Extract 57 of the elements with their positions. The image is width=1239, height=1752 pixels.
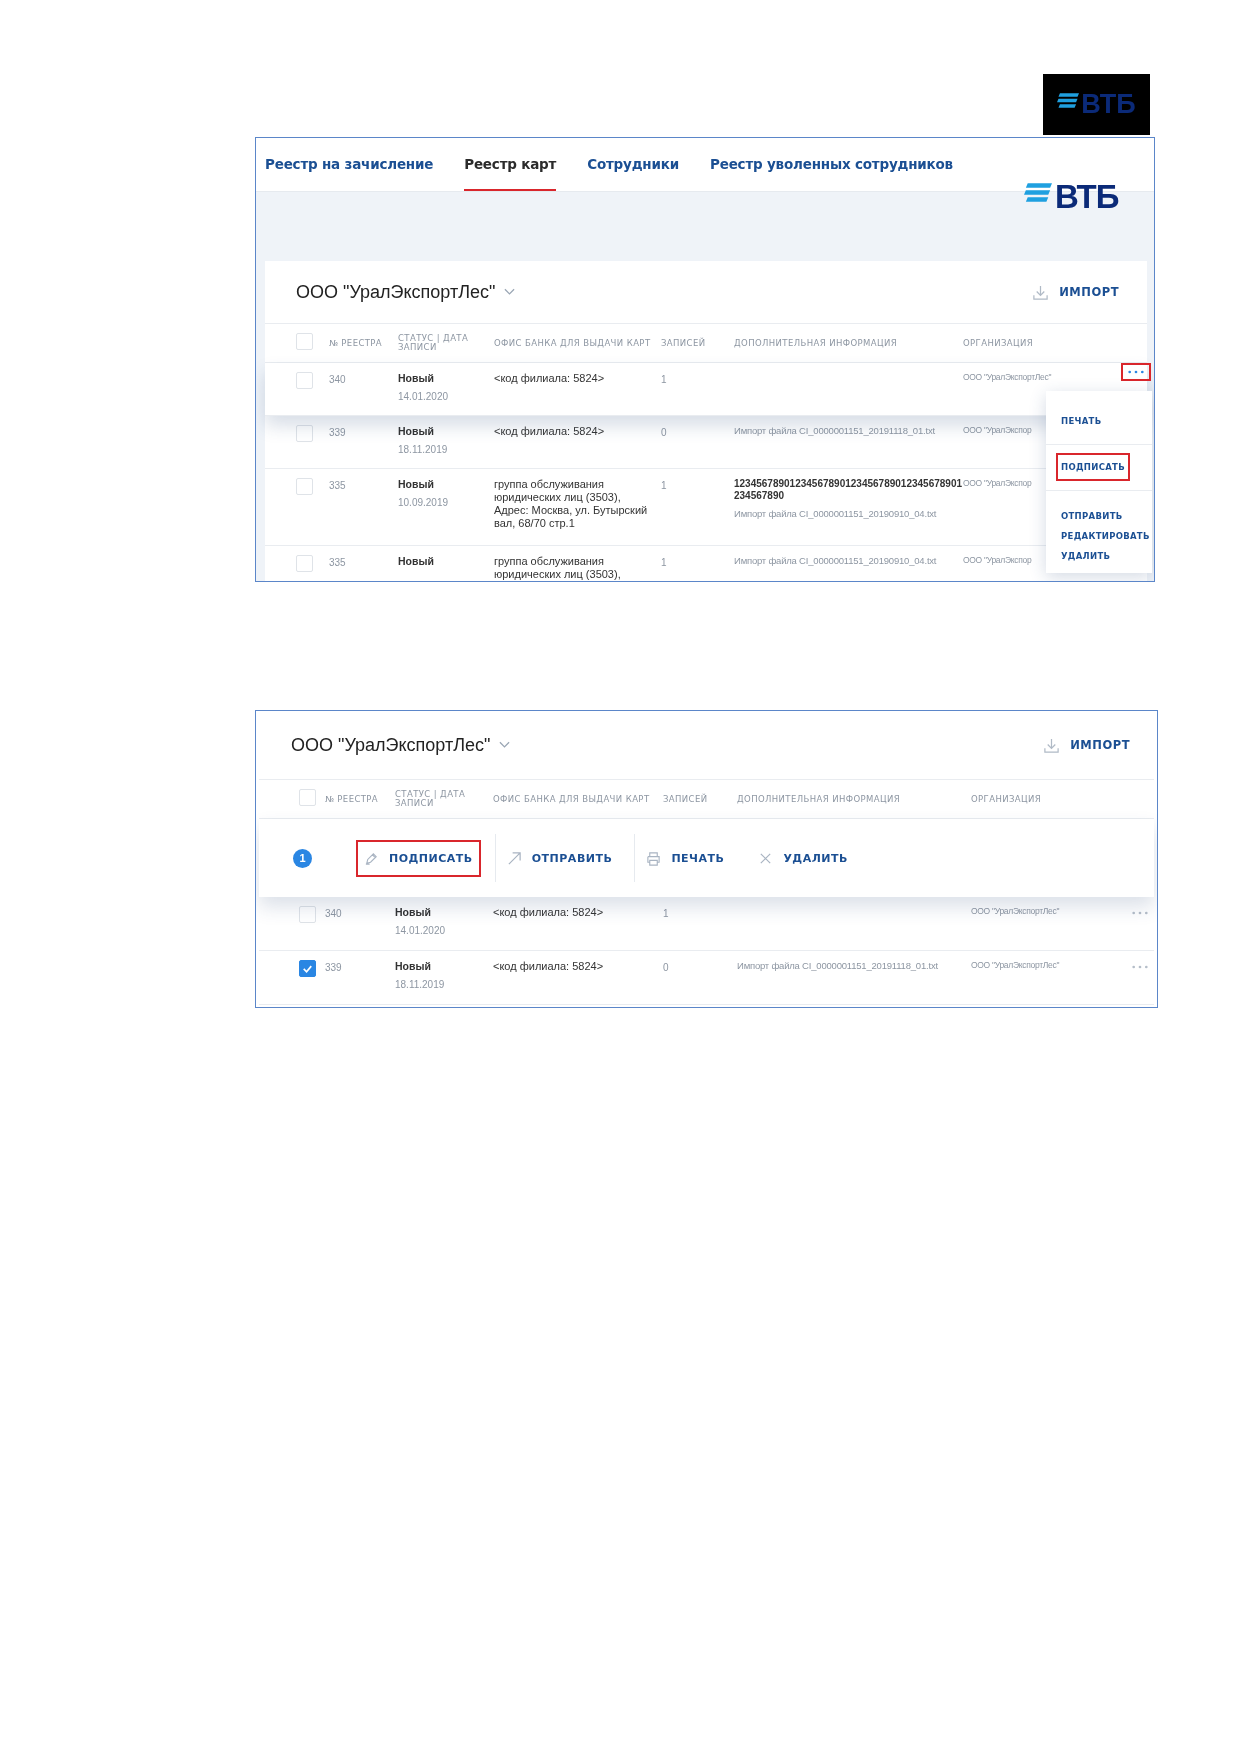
table-cell-text: 0 — [663, 961, 670, 973]
selected-count-badge: 1 — [293, 848, 312, 868]
company-title: ООО "УралЭкспортЛес" — [291, 734, 491, 756]
column-header: ОФИС БАНКА ДЛЯ ВЫДАЧИ КАРТ — [494, 338, 652, 348]
table-cell-text: 335 — [329, 556, 347, 568]
column-header: ДОПОЛНИТЕЛЬНАЯ ИНФОРМАЦИЯ — [737, 794, 902, 804]
table-cell: ООО "УралЭкспор — [963, 555, 1032, 565]
info-text: Импорт файла CI_0000001151_20190910_04.txt — [734, 555, 938, 566]
table-cell-text: 339 — [325, 961, 343, 973]
column-header: ОРГАНИЗАЦИЯ — [963, 338, 1035, 348]
table-cell: ООО "УралЭкспортЛес" — [971, 960, 1060, 970]
info-text: Импорт файла CI_0000001151_20191118_01.txt — [734, 425, 936, 436]
table-cell-text: <код филиала: 5824> — [494, 372, 606, 385]
table-cell-text: 340 — [325, 907, 343, 919]
column-header: № РЕЕСТРА — [329, 338, 384, 348]
info-text: Импорт файла CI_0000001151_20191118_01.txt — [737, 960, 939, 971]
table-cell-text: 1 — [661, 373, 668, 385]
column-header: № РЕЕСТРА — [325, 794, 380, 804]
status-text: Новый — [395, 906, 432, 918]
table-cell-text: 1 — [661, 556, 668, 568]
date-text: 14.01.2020 — [398, 391, 450, 402]
table-cell: ООО "УралЭкспор — [963, 425, 1032, 435]
date-text: 18.11.2019 — [398, 444, 449, 455]
column-header: ЗАПИСЕЙ — [661, 338, 707, 348]
date-text: 10.09.2019 — [398, 497, 450, 508]
info-text: Импорт файла CI_0000001151_20190910_04.txt — [734, 508, 938, 519]
column-header: СТАТУС | ДАТА ЗАПИСИ — [398, 334, 470, 352]
status-text: Новый — [398, 478, 435, 490]
table-cell-text: 1 — [661, 479, 668, 491]
table-cell-text: 0 — [661, 426, 668, 438]
date-text: 18.11.2019 — [395, 979, 446, 990]
status-text: Новый — [398, 555, 435, 567]
table-cell-text: группа обслуживания юридических лиц (3503), Адрес: Москва, ул. Бутырский вал, 68/70 стр.1 — [494, 478, 649, 530]
table-cell-text: <код филиала: 5824> — [493, 960, 605, 973]
table-cell: ООО "УралЭкспортЛес" — [971, 906, 1060, 916]
status-text: Новый — [398, 425, 435, 437]
logo-text: ВТБ — [1081, 89, 1136, 120]
table-cell-text: группа обслуживания юридических лиц (3503), — [494, 555, 622, 581]
table-cell-text: <код филиала: 5824> — [494, 425, 606, 438]
table-cell: ООО "УралЭкспортЛес" — [963, 372, 1052, 382]
status-text: Новый — [398, 372, 435, 384]
table-cell-text: 340 — [329, 373, 347, 385]
table-cell-text: 1 — [663, 907, 670, 919]
column-header: СТАТУС | ДАТА ЗАПИСИ — [395, 790, 467, 808]
status-text: Новый — [395, 960, 432, 972]
table-cell-text: 335 — [329, 479, 347, 491]
column-header: ЗАПИСЕЙ — [663, 794, 709, 804]
table-cell: ООО "УралЭкспор — [963, 478, 1032, 488]
logo-text: ВТБ — [1055, 178, 1119, 216]
info-title: 12345678901234567890123456789012345678901234567890 — [734, 478, 963, 502]
table-cell-text: <код филиала: 5824> — [493, 906, 605, 919]
column-header: ДОПОЛНИТЕЛЬНАЯ ИНФОРМАЦИЯ — [734, 338, 899, 348]
table-cell-text: 339 — [329, 426, 347, 438]
column-header: ОРГАНИЗАЦИЯ — [971, 794, 1043, 804]
company-title: ООО "УралЭкспортЛес" — [296, 281, 496, 303]
date-text: 14.01.2020 — [395, 925, 447, 936]
column-header: ОФИС БАНКА ДЛЯ ВЫДАЧИ КАРТ — [493, 794, 651, 804]
